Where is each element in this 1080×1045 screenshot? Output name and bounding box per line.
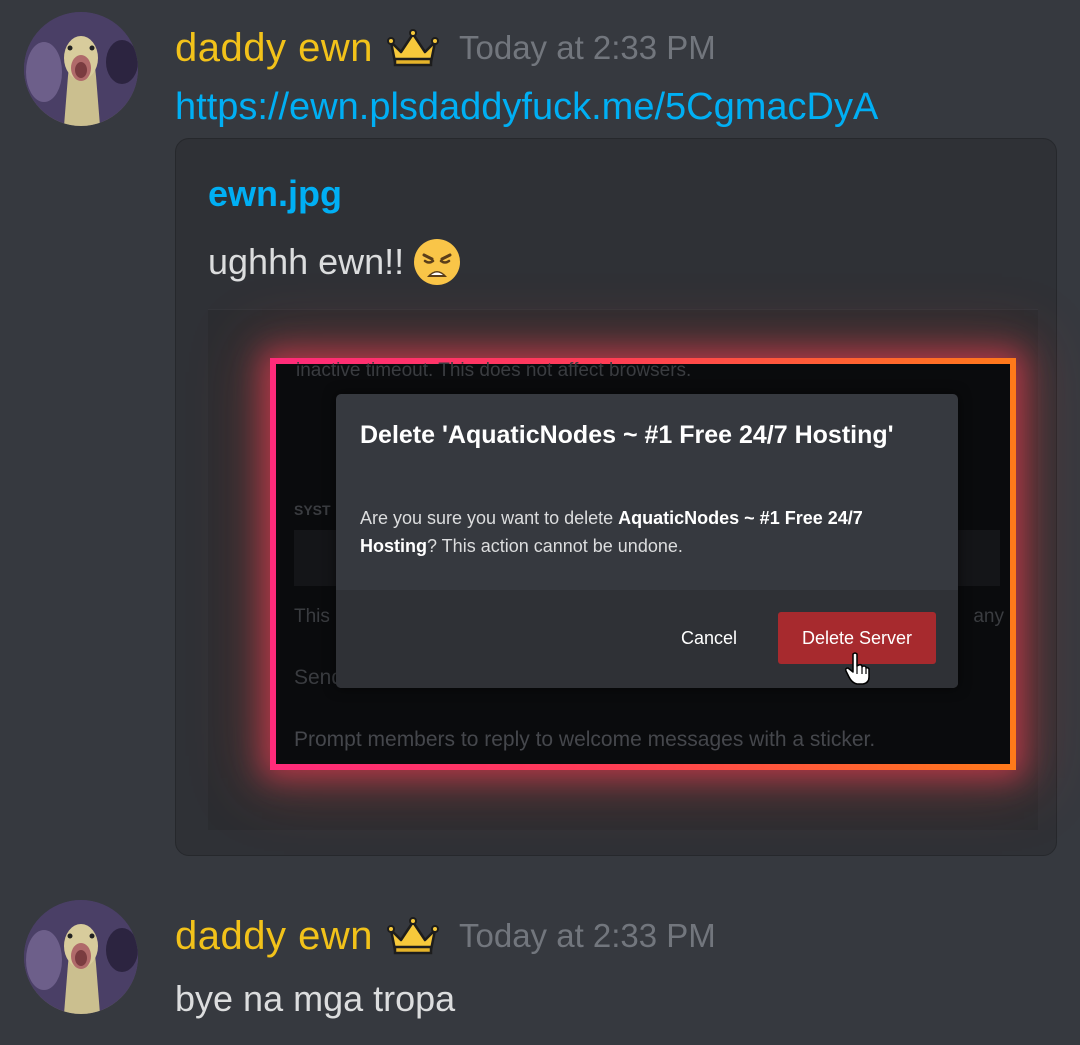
background-text: any [973,606,1004,627]
crown-icon [386,28,439,68]
crown-icon [386,916,439,956]
dialog-body-suffix: ? This action cannot be undone. [427,536,683,556]
message-header: daddy ewn Today at 2:33 PM [175,910,716,962]
background-text: inactive timeout. This does not affect b… [296,360,692,381]
embed-description: ughhh ewn!! [208,237,462,287]
dialog-footer: Cancel Delete Server [336,590,958,688]
screenshot-frame: inactive timeout. This does not affect b… [270,358,1016,770]
embed-image[interactable]: inactive timeout. This does not affect b… [208,309,1038,830]
background-text: This [294,606,330,627]
username[interactable]: daddy ewn [175,914,373,959]
dialog-body: Are you sure you want to delete AquaticN… [360,504,930,560]
background-text: Prompt members to reply to welcome messa… [294,728,876,751]
weary-face-icon [412,237,462,287]
dialog-title: Delete 'AquaticNodes ~ #1 Free 24/7 Host… [360,421,894,449]
message-link[interactable]: https://ewn.plsdaddyfuck.me/5CgmacDyA [175,86,878,129]
timestamp: Today at 2:33 PM [458,917,716,954]
link-embed: ewn.jpg ughhh ewn!! inactive timeout. Th… [175,138,1057,856]
avatar[interactable] [24,12,138,126]
duck-avatar-icon [24,900,138,1014]
dialog-body-prefix: Are you sure you want to delete [360,508,619,528]
embed-description-text: ughhh ewn!! [208,241,405,282]
username[interactable]: daddy ewn [175,26,373,71]
message-header: daddy ewn Today at 2:33 PM [175,22,716,74]
timestamp: Today at 2:33 PM [458,29,716,66]
message-text: bye na mga tropa [175,978,456,1019]
background-section-label: SYST [294,502,331,518]
chat-messages: daddy ewn Today at 2:33 PM https://ewn.p… [0,0,1080,1045]
avatar[interactable] [24,900,138,1014]
duck-avatar-icon [24,12,138,126]
delete-server-dialog: Delete 'AquaticNodes ~ #1 Free 24/7 Host… [336,394,958,688]
cancel-button[interactable]: Cancel [654,618,764,658]
hand-pointer-icon [844,652,872,686]
embed-title[interactable]: ewn.jpg [208,173,342,215]
